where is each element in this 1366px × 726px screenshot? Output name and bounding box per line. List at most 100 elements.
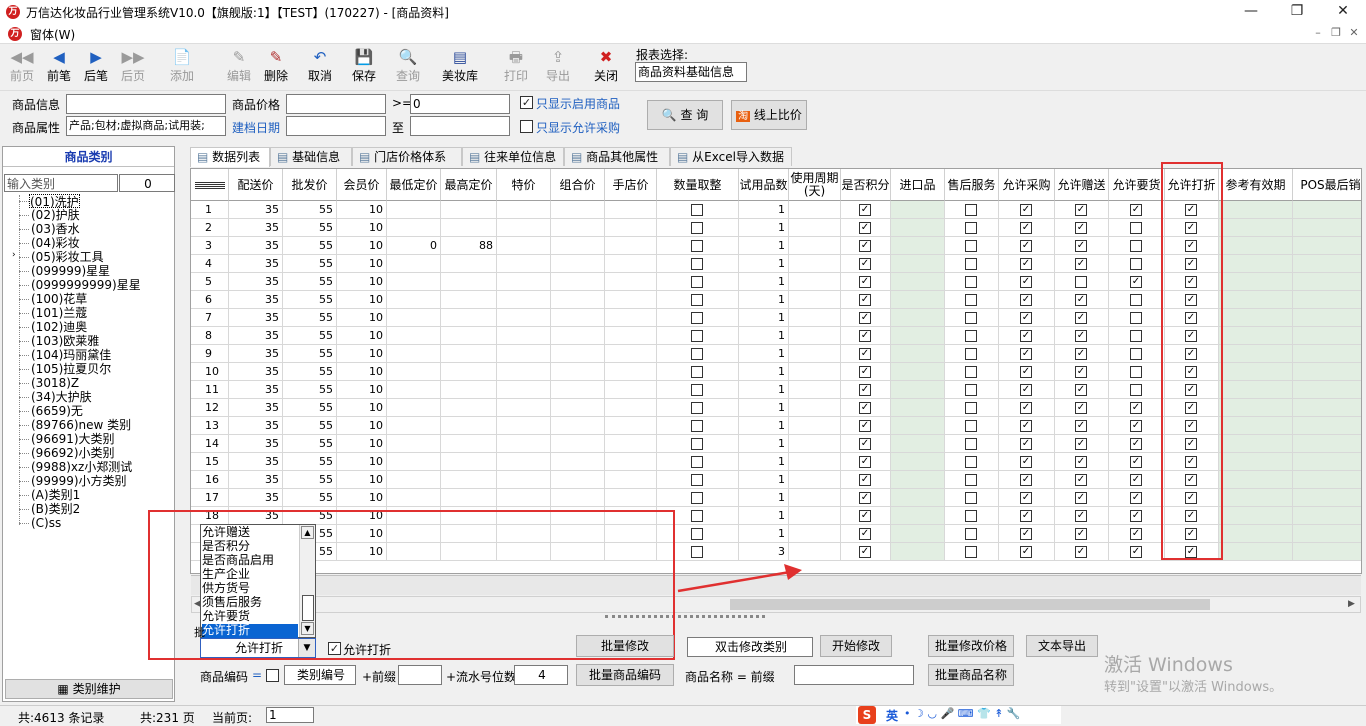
query-button[interactable]: 🔍 查 询 (647, 100, 723, 130)
tab-3[interactable]: ▤ 往来单位信息 (462, 147, 564, 166)
grid-cell[interactable] (1219, 255, 1293, 273)
grid-cell[interactable] (1293, 543, 1361, 561)
cell-delivery-price[interactable]: 35 (229, 471, 283, 489)
grid-cell[interactable] (605, 381, 657, 399)
cell-checkbox[interactable]: ✓ (1109, 201, 1165, 219)
export-button[interactable]: ⇪ 导出 (540, 47, 576, 87)
cell-delivery-price[interactable]: 35 (229, 255, 283, 273)
cell-wholesale-price[interactable]: 55 (283, 291, 337, 309)
checkbox[interactable] (1130, 312, 1142, 324)
cell-trial-count[interactable]: 1 (739, 327, 789, 345)
cell-delivery-price[interactable]: 35 (229, 237, 283, 255)
category-item[interactable]: (A)类别1 (31, 488, 80, 502)
cell-delivery-price[interactable]: 35 (229, 327, 283, 345)
grid-cell[interactable] (891, 201, 945, 219)
checkbox[interactable]: ✓ (1020, 474, 1032, 486)
cell-checkbox[interactable]: ✓ (1109, 273, 1165, 291)
checkbox[interactable] (965, 294, 977, 306)
grid-cell[interactable] (497, 399, 551, 417)
checkbox[interactable] (965, 438, 977, 450)
cell-member-price[interactable]: 10 (337, 327, 387, 345)
text-export-button[interactable]: 文本导出 (1026, 635, 1098, 657)
grid-cell[interactable] (891, 255, 945, 273)
checkbox[interactable] (965, 276, 977, 288)
cell-min-price[interactable] (387, 453, 441, 471)
checkbox[interactable] (1130, 258, 1142, 270)
cell-checkbox[interactable]: ✓ (999, 273, 1055, 291)
cell-checkbox[interactable] (657, 255, 739, 273)
grid-cell[interactable] (789, 471, 841, 489)
cell-wholesale-price[interactable]: 55 (283, 471, 337, 489)
cell-max-price[interactable] (441, 381, 497, 399)
cell-max-price[interactable] (441, 453, 497, 471)
grid-cell[interactable] (605, 201, 657, 219)
grid-cell[interactable] (1219, 237, 1293, 255)
beauty-lib-button[interactable]: ▤ 美妆库 (438, 47, 482, 87)
grid-cell[interactable] (1219, 399, 1293, 417)
checkbox[interactable] (691, 402, 703, 414)
checkbox[interactable]: ✓ (1075, 312, 1087, 324)
checkbox[interactable] (691, 366, 703, 378)
cell-member-price[interactable]: 10 (337, 381, 387, 399)
ime-mode-label[interactable]: 英 (886, 707, 898, 724)
grid-cell[interactable] (891, 525, 945, 543)
category-item[interactable]: (101)兰蔻 (31, 306, 87, 320)
grid-cell[interactable] (605, 435, 657, 453)
category-item[interactable]: (05)彩妆工具 (31, 250, 104, 264)
cell-min-price[interactable] (387, 345, 441, 363)
cell-member-price[interactable]: 10 (337, 489, 387, 507)
cell-checkbox[interactable]: ✓ (841, 273, 891, 291)
grid-cell[interactable] (1219, 345, 1293, 363)
grid-cell[interactable] (1219, 327, 1293, 345)
cell-wholesale-price[interactable]: 55 (283, 363, 337, 381)
checkbox[interactable] (691, 510, 703, 522)
checkbox[interactable]: ✓ (859, 456, 871, 468)
cell-checkbox[interactable]: ✓ (1055, 507, 1109, 525)
grid-cell[interactable] (1293, 507, 1361, 525)
row-number[interactable]: 12 (191, 399, 229, 417)
product-info-input[interactable] (66, 94, 226, 114)
cell-checkbox[interactable]: ✓ (1055, 453, 1109, 471)
checkbox[interactable]: ✓ (1075, 438, 1087, 450)
checkbox[interactable] (691, 204, 703, 216)
cell-max-price[interactable] (441, 327, 497, 345)
checkbox[interactable] (965, 312, 977, 324)
grid-cell[interactable] (789, 381, 841, 399)
menu-window[interactable]: 窗体(W) (30, 26, 75, 43)
column-header[interactable]: 参考有效期 (1219, 169, 1293, 201)
grid-cell[interactable] (1293, 201, 1361, 219)
checkbox[interactable] (1075, 276, 1087, 288)
cell-checkbox[interactable]: ✓ (841, 201, 891, 219)
grid-cell[interactable] (497, 345, 551, 363)
grid-cell[interactable] (605, 399, 657, 417)
prev-page-button[interactable]: ◀◀ 前页 (6, 47, 38, 87)
cell-member-price[interactable]: 10 (337, 255, 387, 273)
checkbox[interactable]: ✓ (1020, 204, 1032, 216)
cell-trial-count[interactable]: 1 (739, 453, 789, 471)
checkbox[interactable]: ✓ (859, 294, 871, 306)
cell-trial-count[interactable]: 1 (739, 291, 789, 309)
cell-checkbox[interactable]: ✓ (999, 399, 1055, 417)
cell-trial-count[interactable]: 1 (739, 201, 789, 219)
grid-cell[interactable] (891, 309, 945, 327)
grid-cell[interactable] (891, 219, 945, 237)
checkbox[interactable] (691, 474, 703, 486)
prev-record-button[interactable]: ◀ 前笔 (43, 47, 75, 87)
start-modify-button[interactable]: 开始修改 (820, 635, 892, 657)
checkbox[interactable] (691, 312, 703, 324)
column-header[interactable]: 试用品数 (739, 169, 789, 201)
grid-cell[interactable] (551, 219, 605, 237)
grid-cell[interactable] (891, 399, 945, 417)
cell-checkbox[interactable] (1109, 327, 1165, 345)
category-item[interactable]: (104)玛丽黛佳 (31, 348, 111, 362)
cell-checkbox[interactable]: ✓ (841, 435, 891, 453)
expand-icon[interactable]: › (12, 250, 16, 260)
grid-cell[interactable] (1293, 327, 1361, 345)
grid-cell[interactable] (1219, 291, 1293, 309)
grid-cell[interactable] (1219, 435, 1293, 453)
price-to-input[interactable]: 0 (410, 94, 510, 114)
cell-delivery-price[interactable]: 35 (229, 435, 283, 453)
grid-cell[interactable] (1219, 489, 1293, 507)
grid-cell[interactable] (551, 399, 605, 417)
cell-checkbox[interactable]: ✓ (1109, 471, 1165, 489)
